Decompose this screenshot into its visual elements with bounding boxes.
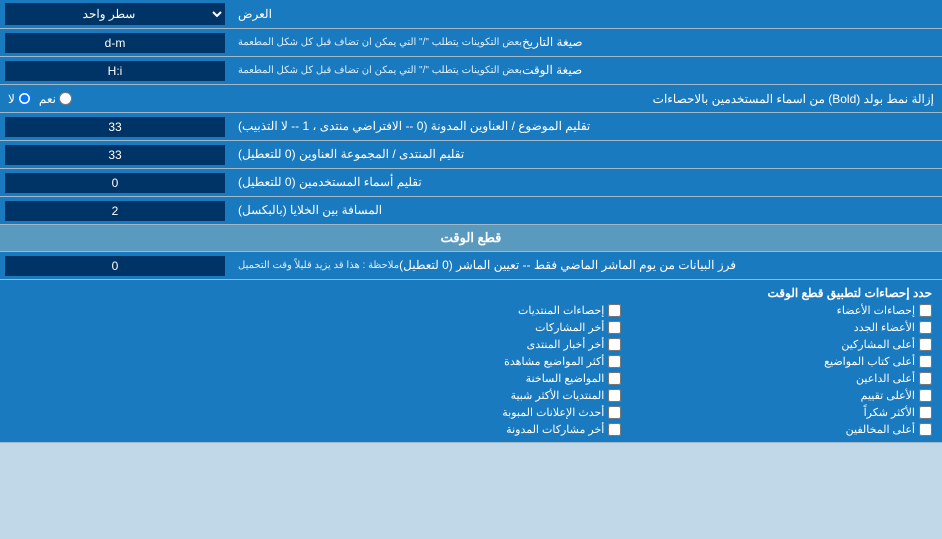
- time-cut-row: فرز البيانات من يوم الماشر الماضي فقط --…: [0, 252, 942, 280]
- checkbox-last-blog-posts[interactable]: [608, 423, 621, 436]
- list-item: إحصاءات المنتديات: [321, 304, 622, 317]
- checkbox-most-thanked[interactable]: [919, 406, 932, 419]
- forum-limit-input-area: 33: [0, 141, 230, 168]
- time-format-input-area: H:i: [0, 57, 230, 84]
- list-item: أخر أخبار المنتدى: [321, 338, 622, 351]
- list-item: أعلى المشاركين: [631, 338, 932, 351]
- date-format-input[interactable]: d-m: [5, 33, 225, 53]
- bold-no-radio[interactable]: [18, 92, 31, 105]
- forum-limit-input[interactable]: 33: [5, 145, 225, 165]
- list-item: أعلى الداعين: [631, 372, 932, 385]
- bold-yes-radio[interactable]: [59, 92, 72, 105]
- time-cut-section-header: قطع الوقت: [0, 225, 942, 252]
- checkbox-latest-classifieds[interactable]: [608, 406, 621, 419]
- time-format-input[interactable]: H:i: [5, 61, 225, 81]
- cell-spacing-row: المسافة بين الخلايا (بالبكسل) 2: [0, 197, 942, 225]
- checkbox-col-3: إحصاءات الأعضاء الأعضاء الجدد أعلى المشا…: [631, 304, 932, 436]
- topics-limit-input[interactable]: 33: [5, 117, 225, 137]
- list-item: المواضيع الساخنة: [321, 372, 622, 385]
- date-format-label: صيغة التاريخ بعض التكوينات يتطلب "/" الت…: [230, 29, 942, 56]
- list-item: الأعلى تقييم: [631, 389, 932, 402]
- users-limit-label: تقليم أسماء المستخدمين (0 للتعطيل): [230, 169, 942, 196]
- topics-limit-row: تقليم الموضوع / العناوين المدونة (0 -- ا…: [0, 113, 942, 141]
- users-limit-input[interactable]: 0: [5, 173, 225, 193]
- bold-remove-label: إزالة نمط بولد (Bold) من اسماء المستخدمي…: [72, 92, 934, 106]
- display-select-area: سطر واحد: [0, 0, 230, 28]
- time-cut-label: فرز البيانات من يوم الماشر الماضي فقط --…: [230, 252, 942, 279]
- list-item: أحدث الإعلانات المبوبة: [321, 406, 622, 419]
- checkbox-most-viewed[interactable]: [608, 355, 621, 368]
- cell-spacing-label: المسافة بين الخلايا (بالبكسل): [230, 197, 942, 224]
- checkbox-top-inviters[interactable]: [919, 372, 932, 385]
- bold-yes-label[interactable]: نعم: [39, 92, 72, 106]
- checkbox-top-posters[interactable]: [919, 338, 932, 351]
- users-limit-input-area: 0: [0, 169, 230, 196]
- checkboxes-header: حدد إحصاءات لتطبيق قطع الوقت: [10, 286, 932, 300]
- checkboxes-grid: إحصاءات الأعضاء الأعضاء الجدد أعلى المشا…: [10, 304, 932, 436]
- time-cut-input[interactable]: 0: [5, 256, 225, 276]
- checkbox-col-1: [10, 304, 311, 436]
- bold-remove-radio-group: نعم لا: [8, 92, 72, 106]
- list-item: أعلى كتاب المواضيع: [631, 355, 932, 368]
- list-item: أعلى المخالفين: [631, 423, 932, 436]
- checkbox-last-posts[interactable]: [608, 321, 621, 334]
- bold-remove-row: إزالة نمط بولد (Bold) من اسماء المستخدمي…: [0, 85, 942, 113]
- display-select[interactable]: سطر واحد: [5, 3, 225, 25]
- checkbox-top-rated[interactable]: [919, 389, 932, 402]
- checkbox-last-news[interactable]: [608, 338, 621, 351]
- list-item: أخر مشاركات المدونة: [321, 423, 622, 436]
- checkbox-col-2: إحصاءات المنتديات أخر المشاركات أخر أخبا…: [321, 304, 622, 436]
- checkbox-new-members[interactable]: [919, 321, 932, 334]
- cell-spacing-input[interactable]: 2: [5, 201, 225, 221]
- date-format-input-area: d-m: [0, 29, 230, 56]
- bold-no-label[interactable]: لا: [8, 92, 31, 106]
- checkbox-forums-stats[interactable]: [608, 304, 621, 317]
- forum-limit-label: تقليم المنتدى / المجموعة العناوين (0 للت…: [230, 141, 942, 168]
- list-item: إحصاءات الأعضاء: [631, 304, 932, 317]
- list-item: أكثر المواضيع مشاهدة: [321, 355, 622, 368]
- checkbox-popular-forums[interactable]: [608, 389, 621, 402]
- checkbox-members-stats[interactable]: [919, 304, 932, 317]
- display-label: العرض: [230, 0, 942, 28]
- list-item: الأكثر شكراً: [631, 406, 932, 419]
- list-item: الأعضاء الجدد: [631, 321, 932, 334]
- list-item: أخر المشاركات: [321, 321, 622, 334]
- users-limit-row: تقليم أسماء المستخدمين (0 للتعطيل) 0: [0, 169, 942, 197]
- cell-spacing-input-area: 2: [0, 197, 230, 224]
- time-format-row: صيغة الوقت بعض التكوينات يتطلب "/" التي …: [0, 57, 942, 85]
- checkbox-hot-topics[interactable]: [608, 372, 621, 385]
- date-format-row: صيغة التاريخ بعض التكوينات يتطلب "/" الت…: [0, 29, 942, 57]
- forum-limit-row: تقليم المنتدى / المجموعة العناوين (0 للت…: [0, 141, 942, 169]
- time-cut-input-area: 0: [0, 252, 230, 279]
- topics-limit-label: تقليم الموضوع / العناوين المدونة (0 -- ا…: [230, 113, 942, 140]
- topics-limit-input-area: 33: [0, 113, 230, 140]
- checkbox-top-topic-writers[interactable]: [919, 355, 932, 368]
- display-row: العرض سطر واحد: [0, 0, 942, 29]
- list-item: المنتديات الأكثر شبية: [321, 389, 622, 402]
- time-format-label: صيغة الوقت بعض التكوينات يتطلب "/" التي …: [230, 57, 942, 84]
- main-container: العرض سطر واحد صيغة التاريخ بعض التكوينا…: [0, 0, 942, 443]
- checkboxes-section: حدد إحصاءات لتطبيق قطع الوقت إحصاءات الأ…: [0, 280, 942, 443]
- checkbox-top-violators[interactable]: [919, 423, 932, 436]
